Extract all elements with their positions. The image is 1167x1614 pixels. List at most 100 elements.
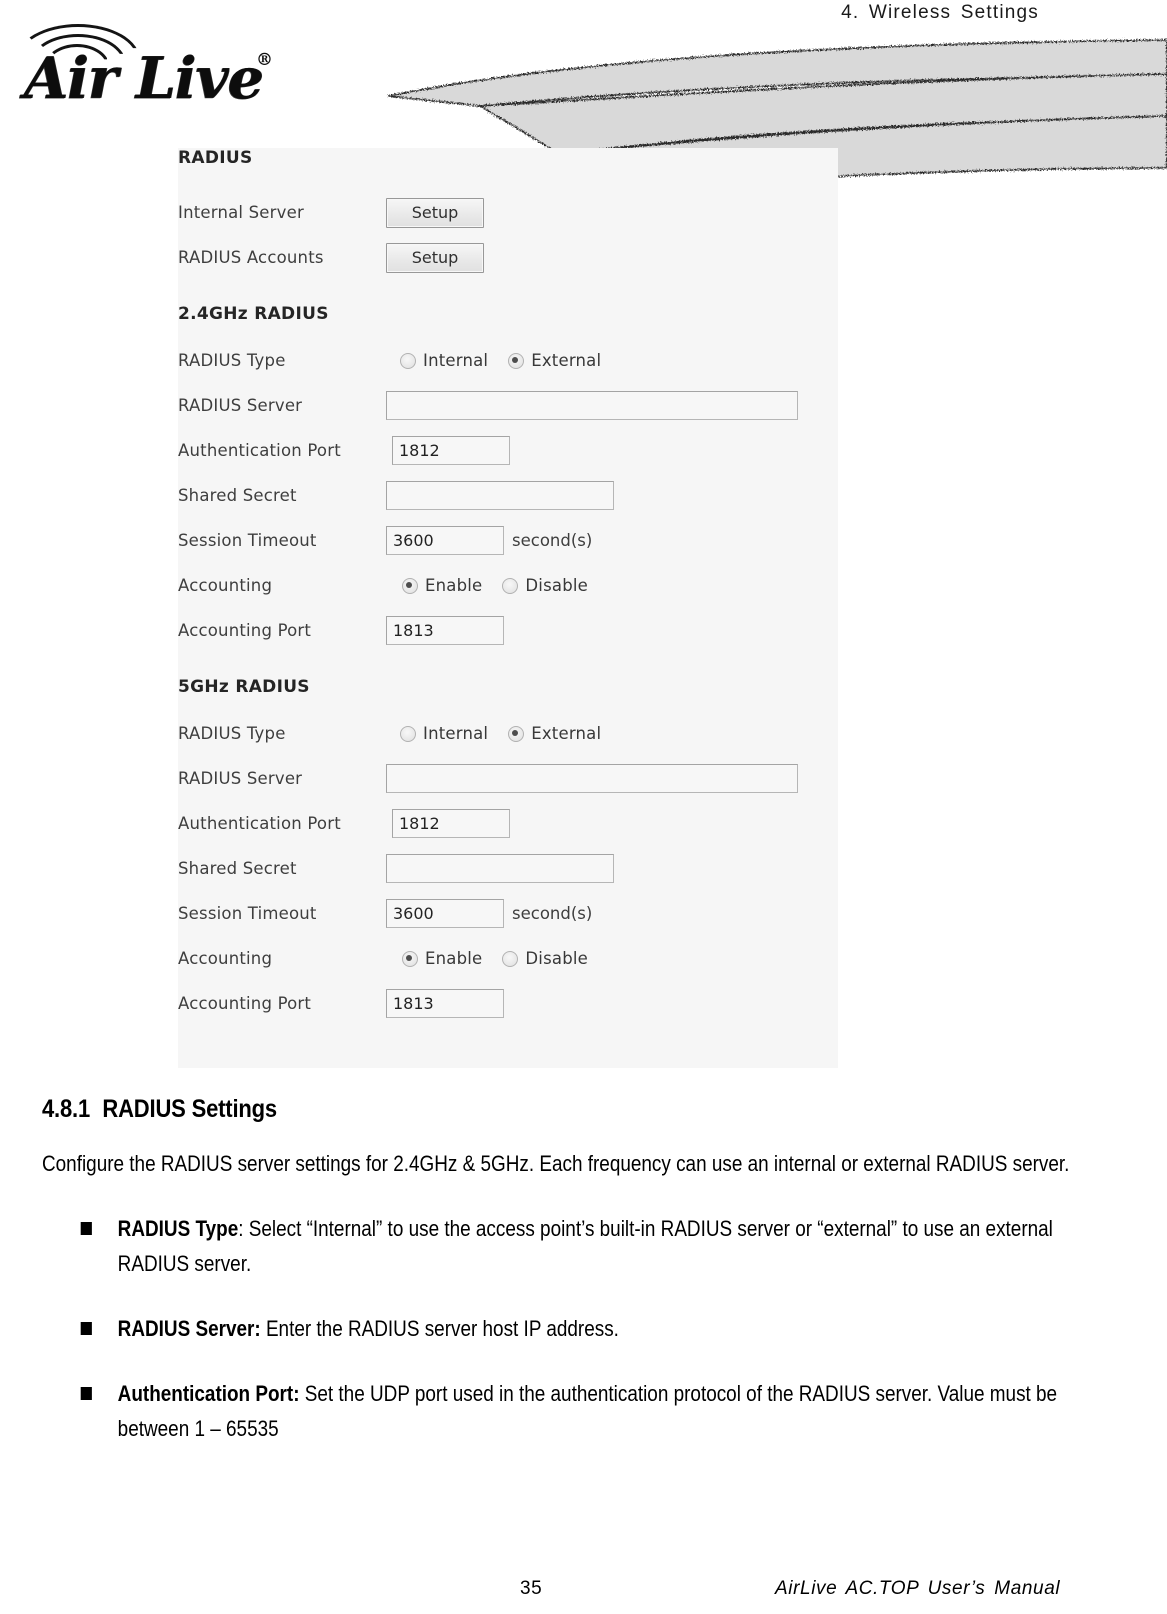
- input-24-auth-port[interactable]: [392, 436, 510, 465]
- radio-5-radius-type-internal[interactable]: Internal: [400, 724, 488, 743]
- input-5-session-timeout[interactable]: [386, 899, 504, 928]
- label-5-auth-port: Authentication Port: [178, 814, 341, 833]
- section-heading: 4.8.1 RADIUS Settings: [42, 1095, 984, 1124]
- row-24-accounting-port: Accounting Port: [178, 608, 838, 653]
- bullet-text: Authentication Port: Set the UDP port us…: [118, 1376, 1110, 1446]
- radio-label: External: [531, 724, 602, 743]
- input-24-shared-secret[interactable]: [386, 481, 614, 510]
- radio-5-accounting-disable[interactable]: Disable: [502, 949, 588, 968]
- row-5-shared-secret: Shared Secret: [178, 846, 838, 891]
- radio-button-icon: [508, 352, 525, 369]
- airlive-logo: Air Live ®: [10, 22, 340, 127]
- list-item: RADIUS Type: Select “Internal” to use th…: [42, 1211, 1109, 1281]
- row-24-accounting: Accounting Enable Disable: [178, 563, 838, 608]
- radius-accounts-setup-button[interactable]: Setup: [386, 242, 484, 273]
- label-5-accounting-port: Accounting Port: [178, 994, 312, 1013]
- row-24-session-timeout: Session Timeout second(s): [178, 518, 838, 563]
- radio-24-accounting-enable[interactable]: Enable: [402, 576, 482, 595]
- manual-name: AirLive AC.TOP User’s Manual: [775, 1578, 1061, 1599]
- row-5-session-timeout: Session Timeout second(s): [178, 891, 838, 936]
- label-24-auth-port: Authentication Port: [178, 441, 341, 460]
- section-title-5ghz-radius: 5GHz RADIUS: [178, 677, 310, 697]
- bullet-text: RADIUS Type: Select “Internal” to use th…: [118, 1211, 1110, 1281]
- page-number: 35: [520, 1578, 543, 1599]
- bullet-term: Authentication Port:: [117, 1381, 300, 1406]
- radio-24-radius-type-external[interactable]: External: [508, 351, 601, 370]
- radio-button-icon: [402, 577, 418, 594]
- radius-settings-screenshot: RADIUS Internal Server Setup RADIUS Acco…: [178, 148, 838, 1068]
- radio-24-radius-type-internal[interactable]: Internal: [400, 351, 488, 370]
- logo-registered-mark: ®: [256, 50, 273, 70]
- intro-paragraph: Configure the RADIUS server settings for…: [42, 1151, 1070, 1176]
- chapter-running-head: 4. Wireless Settings: [841, 2, 1039, 23]
- input-24-radius-server[interactable]: [386, 391, 798, 420]
- radio-label: Enable: [425, 576, 483, 595]
- radio-5-accounting-enable[interactable]: Enable: [402, 949, 482, 968]
- bullet-term: RADIUS Server:: [117, 1316, 261, 1341]
- radio-24-accounting-disable[interactable]: Disable: [502, 576, 588, 595]
- radio-button-icon: [502, 950, 519, 967]
- row-5-accounting: Accounting Enable Disable: [178, 936, 838, 981]
- row-24-auth-port: Authentication Port: [178, 428, 838, 473]
- list-item: RADIUS Server: Enter the RADIUS server h…: [42, 1311, 1109, 1346]
- row-5-accounting-port: Accounting Port: [178, 981, 838, 1026]
- label-5-accounting: Accounting: [178, 949, 273, 968]
- section-title-24ghz-radius: 2.4GHz RADIUS: [178, 304, 329, 324]
- input-24-accounting-port[interactable]: [386, 616, 504, 645]
- row-24-shared-secret: Shared Secret: [178, 473, 838, 518]
- radio-button-icon: [400, 352, 416, 369]
- radio-label: Disable: [525, 949, 589, 968]
- input-24-session-timeout[interactable]: [386, 526, 504, 555]
- radio-label: External: [531, 351, 602, 370]
- row-internal-server: Internal Server Setup: [178, 190, 838, 235]
- label-5-radius-type: RADIUS Type: [178, 724, 286, 743]
- section-title-radius: RADIUS: [178, 148, 253, 168]
- label-24-shared-secret: Shared Secret: [178, 486, 297, 505]
- label-24-accounting-port: Accounting Port: [178, 621, 312, 640]
- page-footer: 35 AirLive AC.TOP User’s Manual: [0, 1578, 1167, 1608]
- bullet-term: RADIUS Type: [117, 1216, 239, 1241]
- label-radius-accounts: RADIUS Accounts: [178, 248, 324, 267]
- radio-5-radius-type-external[interactable]: External: [508, 724, 601, 743]
- input-5-accounting-port[interactable]: [386, 989, 504, 1018]
- bullet-square-icon: [80, 1387, 92, 1400]
- list-item: Authentication Port: Set the UDP port us…: [42, 1376, 1109, 1446]
- row-5-radius-type: RADIUS Type Internal External: [178, 711, 838, 756]
- manual-body: 4.8.1 RADIUS Settings Configure the RADIU…: [42, 1095, 1112, 1476]
- bullet-square-icon: [80, 1322, 92, 1335]
- row-5-radius-server: RADIUS Server: [178, 756, 838, 801]
- label-24-accounting: Accounting: [178, 576, 273, 595]
- row-radius-accounts: RADIUS Accounts Setup: [178, 235, 838, 280]
- radio-label: Enable: [425, 949, 483, 968]
- label-5-session-timeout: Session Timeout: [178, 904, 317, 923]
- page-title: RADIUS Settings: [102, 1095, 277, 1123]
- radio-label: Internal: [423, 351, 489, 370]
- input-5-radius-server[interactable]: [386, 764, 798, 793]
- label-24-radius-server: RADIUS Server: [178, 396, 303, 415]
- bullet-text: RADIUS Server: Enter the RADIUS server h…: [118, 1311, 619, 1346]
- row-5-auth-port: Authentication Port: [178, 801, 838, 846]
- label-internal-server: Internal Server: [178, 203, 304, 222]
- input-5-auth-port[interactable]: [392, 809, 510, 838]
- bullet-square-icon: [80, 1222, 92, 1235]
- section-number: 4.8.1: [42, 1095, 91, 1123]
- input-5-shared-secret[interactable]: [386, 854, 614, 883]
- radio-button-icon: [402, 950, 418, 967]
- radio-button-icon: [502, 577, 519, 594]
- row-24-radius-server: RADIUS Server: [178, 383, 838, 428]
- label-24-session-timeout: Session Timeout: [178, 531, 317, 550]
- label-24-radius-type: RADIUS Type: [178, 351, 286, 370]
- label-5-radius-server: RADIUS Server: [178, 769, 303, 788]
- unit-5-session-timeout: second(s): [512, 904, 593, 923]
- radio-label: Disable: [525, 576, 589, 595]
- unit-24-session-timeout: second(s): [512, 531, 593, 550]
- logo-wordmark: Air Live: [24, 45, 264, 112]
- radio-button-icon: [508, 725, 525, 742]
- bullet-description: Select “Internal” to use the access poin…: [117, 1216, 1053, 1276]
- label-5-shared-secret: Shared Secret: [178, 859, 297, 878]
- internal-server-setup-button[interactable]: Setup: [386, 197, 484, 228]
- row-24-radius-type: RADIUS Type Internal External: [178, 338, 838, 383]
- radio-label: Internal: [423, 724, 489, 743]
- bullet-description: Enter the RADIUS server host IP address.: [260, 1316, 619, 1341]
- radio-button-icon: [400, 725, 416, 742]
